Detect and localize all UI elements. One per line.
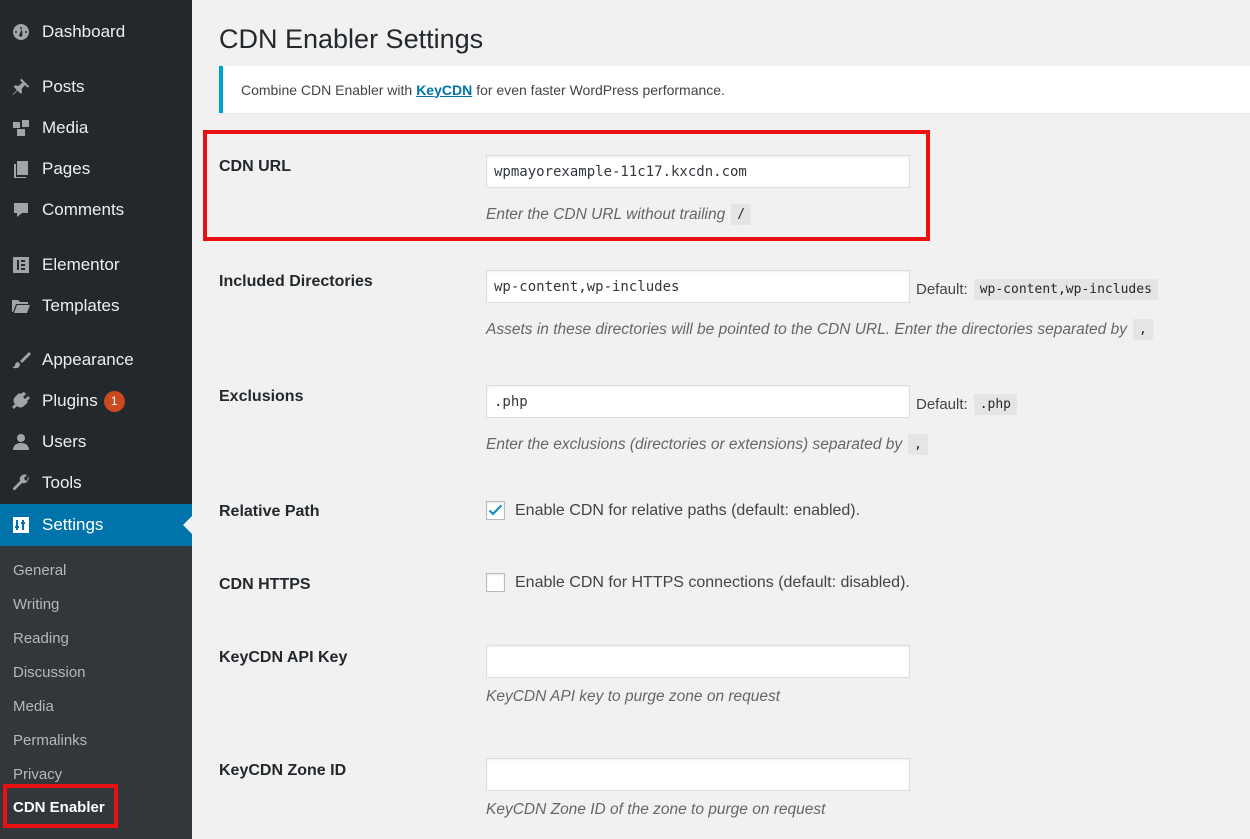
cdn-https-checkbox[interactable] xyxy=(486,573,505,592)
plug-icon xyxy=(10,390,32,412)
elementor-icon xyxy=(10,254,32,276)
exclusions-label: Exclusions xyxy=(219,388,304,405)
relative-path-checkbox-label: Enable CDN for relative paths (default: … xyxy=(515,501,861,519)
relative-path-option: Enable CDN for relative paths (default: … xyxy=(486,501,860,520)
update-count-badge: 1 xyxy=(103,390,125,412)
cdn-enabler-highlight-box xyxy=(3,784,118,828)
relative-path-label: Relative Path xyxy=(219,503,320,520)
sidebar-item-label: Users xyxy=(42,432,87,451)
sidebar-item-label: Templates xyxy=(42,296,120,315)
settings-main: CDN Enabler Settings Combine CDN Enabler… xyxy=(192,0,1250,839)
checkmark-icon xyxy=(488,504,503,516)
sidebar-item-label: Dashboard xyxy=(42,22,126,41)
sidebar-item-dashboard[interactable]: Dashboard xyxy=(0,12,192,52)
notice-text-before: Combine CDN Enabler with xyxy=(241,81,413,98)
brush-icon xyxy=(10,349,32,371)
sidebar-item-elementor[interactable]: Elementor xyxy=(0,245,192,285)
submenu-item-privacy[interactable]: Privacy xyxy=(13,764,62,786)
default-value: wp-content,wp-includes xyxy=(973,278,1158,300)
sidebar-item-media[interactable]: Media xyxy=(0,108,192,148)
relative-path-checkbox[interactable] xyxy=(486,501,505,520)
default-label: Default: xyxy=(916,280,968,298)
sidebar-item-appearance[interactable]: Appearance xyxy=(0,340,192,380)
sidebar-item-settings[interactable]: Settings xyxy=(0,504,192,546)
sidebar-item-tools[interactable]: Tools xyxy=(0,463,192,503)
included-directories-desc-text: Assets in these directories will be poin… xyxy=(486,320,1127,338)
exclusions-default: Default: .php xyxy=(916,391,1018,417)
keycdn-notice: Combine CDN Enabler with KeyCDN for even… xyxy=(219,66,1250,113)
media-icon xyxy=(10,117,32,139)
submenu-item-general[interactable]: General xyxy=(13,560,66,582)
page-title: CDN Enabler Settings xyxy=(219,24,484,54)
sidebar-item-label: Comments xyxy=(42,200,125,219)
submenu-item-writing[interactable]: Writing xyxy=(13,594,59,616)
exclusions-desc-code: , xyxy=(908,434,928,455)
sidebar-item-users[interactable]: Users xyxy=(0,422,192,462)
keycdn-link[interactable]: KeyCDN xyxy=(416,82,472,98)
user-icon xyxy=(10,431,32,453)
pin-icon xyxy=(10,76,32,98)
submenu-item-reading[interactable]: Reading xyxy=(13,628,69,650)
included-directories-input[interactable]: wp-content,wp-includes xyxy=(486,270,910,303)
sidebar-item-label: Media xyxy=(42,118,89,137)
default-value: .php xyxy=(973,393,1018,415)
sidebar-item-pages[interactable]: Pages xyxy=(0,149,192,189)
exclusions-description: Enter the exclusions (directories or ext… xyxy=(486,434,928,455)
keycdn-api-key-description: KeyCDN API key to purge zone on request xyxy=(486,688,781,705)
keycdn-api-key-label: KeyCDN API Key xyxy=(219,649,348,666)
cdn-https-checkbox-label: Enable CDN for HTTPS connections (defaul… xyxy=(515,573,910,591)
wrench-icon xyxy=(10,472,32,494)
cdn-https-option: Enable CDN for HTTPS connections (defaul… xyxy=(486,573,910,592)
notice-text-after: for even faster WordPress performance. xyxy=(476,81,725,98)
exclusions-desc-text: Enter the exclusions (directories or ext… xyxy=(486,435,903,453)
included-directories-default: Default: wp-content,wp-includes xyxy=(916,276,1158,302)
sidebar-item-posts[interactable]: Posts xyxy=(0,67,192,107)
included-directories-label: Included Directories xyxy=(219,273,373,290)
keycdn-zone-id-label: KeyCDN Zone ID xyxy=(219,762,347,779)
settings-icon xyxy=(10,514,32,536)
included-directories-desc-code: , xyxy=(1132,319,1153,340)
sidebar-item-comments[interactable]: Comments xyxy=(0,190,192,230)
sidebar-item-label: Appearance xyxy=(42,350,134,369)
exclusions-input[interactable]: .php xyxy=(486,385,910,418)
sidebar-item-label: Pages xyxy=(42,159,91,178)
sidebar-item-label: Plugins xyxy=(42,391,98,410)
cdn-https-label: CDN HTTPS xyxy=(219,576,311,593)
pages-icon xyxy=(10,158,32,180)
keycdn-zone-id-input[interactable] xyxy=(486,758,910,791)
keycdn-zone-id-description: KeyCDN Zone ID of the zone to purge on r… xyxy=(486,801,826,818)
sidebar-item-label: Settings xyxy=(42,515,104,534)
admin-sidebar: Dashboard Posts Media Pages Comments Ele… xyxy=(0,0,192,839)
cdn-url-highlight-box xyxy=(203,130,930,241)
default-label: Default: xyxy=(916,395,968,413)
dashboard-icon xyxy=(10,21,32,43)
sidebar-item-plugins[interactable]: Plugins 1 xyxy=(0,381,192,421)
comment-icon xyxy=(10,199,32,221)
folder-icon xyxy=(10,295,32,317)
included-directories-description: Assets in these directories will be poin… xyxy=(486,319,1153,340)
keycdn-api-key-input[interactable] xyxy=(486,645,910,678)
sidebar-item-templates[interactable]: Templates xyxy=(0,286,192,326)
submenu-item-discussion[interactable]: Discussion xyxy=(13,662,86,684)
submenu-item-permalinks[interactable]: Permalinks xyxy=(13,730,87,752)
sidebar-item-label: Posts xyxy=(42,77,85,96)
sidebar-item-label: Elementor xyxy=(42,255,120,274)
submenu-item-media[interactable]: Media xyxy=(13,696,54,718)
sidebar-item-label: Tools xyxy=(42,473,82,492)
